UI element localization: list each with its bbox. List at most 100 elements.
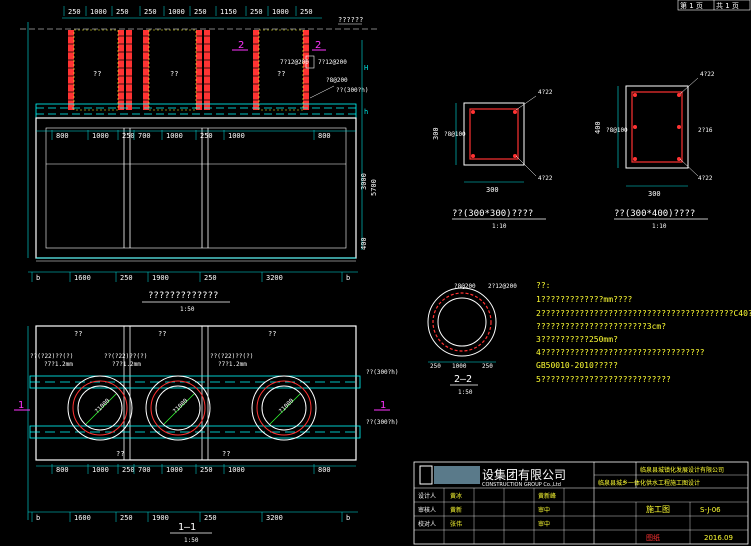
project-name: 临泉县城镇化发展设计有限公司: [640, 466, 724, 474]
slab-label: ??(300?h): [336, 87, 369, 94]
role-3: 校对人: [418, 520, 436, 528]
secC-dim-1: 250: [430, 363, 441, 370]
secC-top-b: 2?12@200: [488, 283, 517, 290]
elev-room-3: ??: [277, 70, 285, 78]
secB-bottom-rebar: 4?22: [698, 175, 713, 182]
secB-side-rebar: ?8@100: [606, 127, 628, 134]
company-logo-icon: [419, 465, 433, 485]
notes: ??: 1?????????????mm???? 2??????????????…: [536, 281, 751, 384]
height-H: H: [364, 64, 368, 72]
drawing-name: 临泉县城乡一体化供水工程施工图设计: [598, 479, 700, 487]
plan-pipe-sub-2: ?7?1.2mm: [112, 361, 141, 368]
dimension-text: 250: [250, 8, 263, 16]
height-5700: 5700: [370, 179, 378, 196]
plan-pipe-sub-3: ?7?1.2mm: [218, 361, 247, 368]
notes-line-6: GB50010-2010?????: [536, 361, 618, 370]
secA-title: ??(300*300)????: [452, 209, 533, 219]
dimension-text: 250: [68, 8, 81, 16]
role-2: 审核人: [418, 506, 436, 514]
dimension-text: 1600: [74, 514, 91, 522]
dimension-text: 1000: [92, 132, 109, 140]
secA-width: 300: [486, 186, 499, 194]
dimension-text: 250: [200, 466, 213, 474]
dimension-text: 250: [120, 274, 133, 282]
company-name-en: CONSTRUCTION GROUP Co.,Ltd: [482, 482, 561, 488]
plan-scale: 1:50: [184, 537, 199, 544]
sheet-type: 图纸: [646, 533, 660, 542]
plan-room-3: ??: [268, 330, 276, 338]
dimension-text: 1150: [220, 8, 237, 16]
plan-bottom-dimensions: b 1600 250 1900 250 3200 b: [31, 512, 350, 522]
dimension-text: b: [36, 514, 40, 522]
dimension-text: 1000: [228, 132, 245, 140]
section-b: 400 300 4?22 ?8@100 2?16 4?22 ??(300*400…: [594, 71, 715, 230]
secB-mid-rebar: 2?16: [698, 127, 713, 134]
dimension-text: 250: [122, 132, 135, 140]
elevation-view: 250 1000 250 250 1000 250 1150 250 1000 250 ?????…: [20, 6, 380, 313]
elev-room-1: ??: [93, 70, 101, 78]
height-h: h: [364, 108, 368, 116]
secC-dim-2: 1000: [452, 363, 467, 370]
plan-beam-2: ??(300?h): [366, 419, 399, 426]
rebar-label-a: 7?12@200: [280, 59, 309, 66]
plan-room-2: ??: [158, 330, 166, 338]
secC-top-a: ?8@200: [454, 283, 476, 290]
notes-line-3: ???????????????????????3cm?: [536, 322, 666, 331]
title-block: 设集团有限公司 CONSTRUCTION GROUP Co.,Ltd 临泉县城镇…: [413, 461, 749, 545]
dimension-text: 1000: [166, 466, 183, 474]
secB-width: 300: [648, 190, 661, 198]
section-c: ?8@200 2?12@200 250 1000 250 2—2 1:50: [427, 283, 517, 396]
secB-height: 400: [594, 121, 602, 134]
secC-dim-3: 250: [482, 363, 493, 370]
secB-scale: 1:10: [652, 223, 667, 230]
stage: 施工图: [646, 504, 670, 514]
sheet-number: 第 1 页: [680, 1, 703, 10]
name2-1: 黄新峰: [538, 492, 556, 500]
dimension-text: 250: [200, 132, 213, 140]
name2-2: 审中: [538, 506, 550, 514]
date: 2016.09: [704, 534, 733, 542]
dimension-text: b: [36, 274, 40, 282]
drawing-number: S-J-06: [700, 506, 721, 514]
secA-top-rebar: 4?22: [538, 89, 553, 96]
dimension-text: 250: [122, 466, 135, 474]
elevation-title: ?????????????: [148, 291, 218, 301]
name-2: 黄新: [450, 506, 462, 514]
dimension-text: 250: [194, 8, 207, 16]
dimension-text: 1000: [272, 8, 289, 16]
plan-pipe-sub-1: ?7?1.2mm: [44, 361, 73, 368]
dimension-text: 3200: [266, 274, 283, 282]
notes-line-1: 1?????????????mm????: [536, 295, 633, 304]
name-1: 黄冰: [450, 492, 462, 500]
plan-bottom-2: ??: [222, 450, 230, 458]
dimension-text: 1900: [152, 514, 169, 522]
dimension-text: 800: [318, 466, 331, 474]
height-3000: 3000: [360, 173, 368, 190]
dimension-text: 1000: [166, 132, 183, 140]
elev-bottom-dimensions: b 1600 250 1900 250 3200 b: [31, 272, 350, 282]
plan-mark-left: 1: [18, 400, 24, 411]
plan-beam-1: ??(300?h): [366, 369, 399, 376]
dimension-text: 1600: [74, 274, 91, 282]
secC-title: 2—2: [454, 374, 472, 385]
height-400: 400: [360, 237, 368, 250]
role-1: 设计人: [418, 492, 436, 500]
plan-title: 1—1: [178, 522, 196, 533]
dimension-text: 250: [120, 514, 133, 522]
dimension-text: 1900: [152, 274, 169, 282]
secA-side-rebar: ?8@100: [444, 131, 466, 138]
dimension-text: b: [346, 514, 350, 522]
dimension-text: 1000: [228, 466, 245, 474]
section-mark-right: 2: [315, 40, 321, 51]
dimension-text: b: [346, 274, 350, 282]
secA-scale: 1:10: [492, 223, 507, 230]
notes-heading: ??:: [536, 281, 550, 290]
dimension-text: 3200: [266, 514, 283, 522]
plan-bottom-1: ??: [116, 450, 124, 458]
notes-line-7: 5???????????????????????????: [536, 375, 671, 384]
elevation-scale: 1:50: [180, 306, 195, 313]
plan-pipe-2: ??(?22)??(?): [104, 353, 147, 360]
dimension-text: 250: [204, 274, 217, 282]
dimension-text: 250: [300, 8, 313, 16]
plan-circle-1: ?1000: [94, 397, 112, 415]
